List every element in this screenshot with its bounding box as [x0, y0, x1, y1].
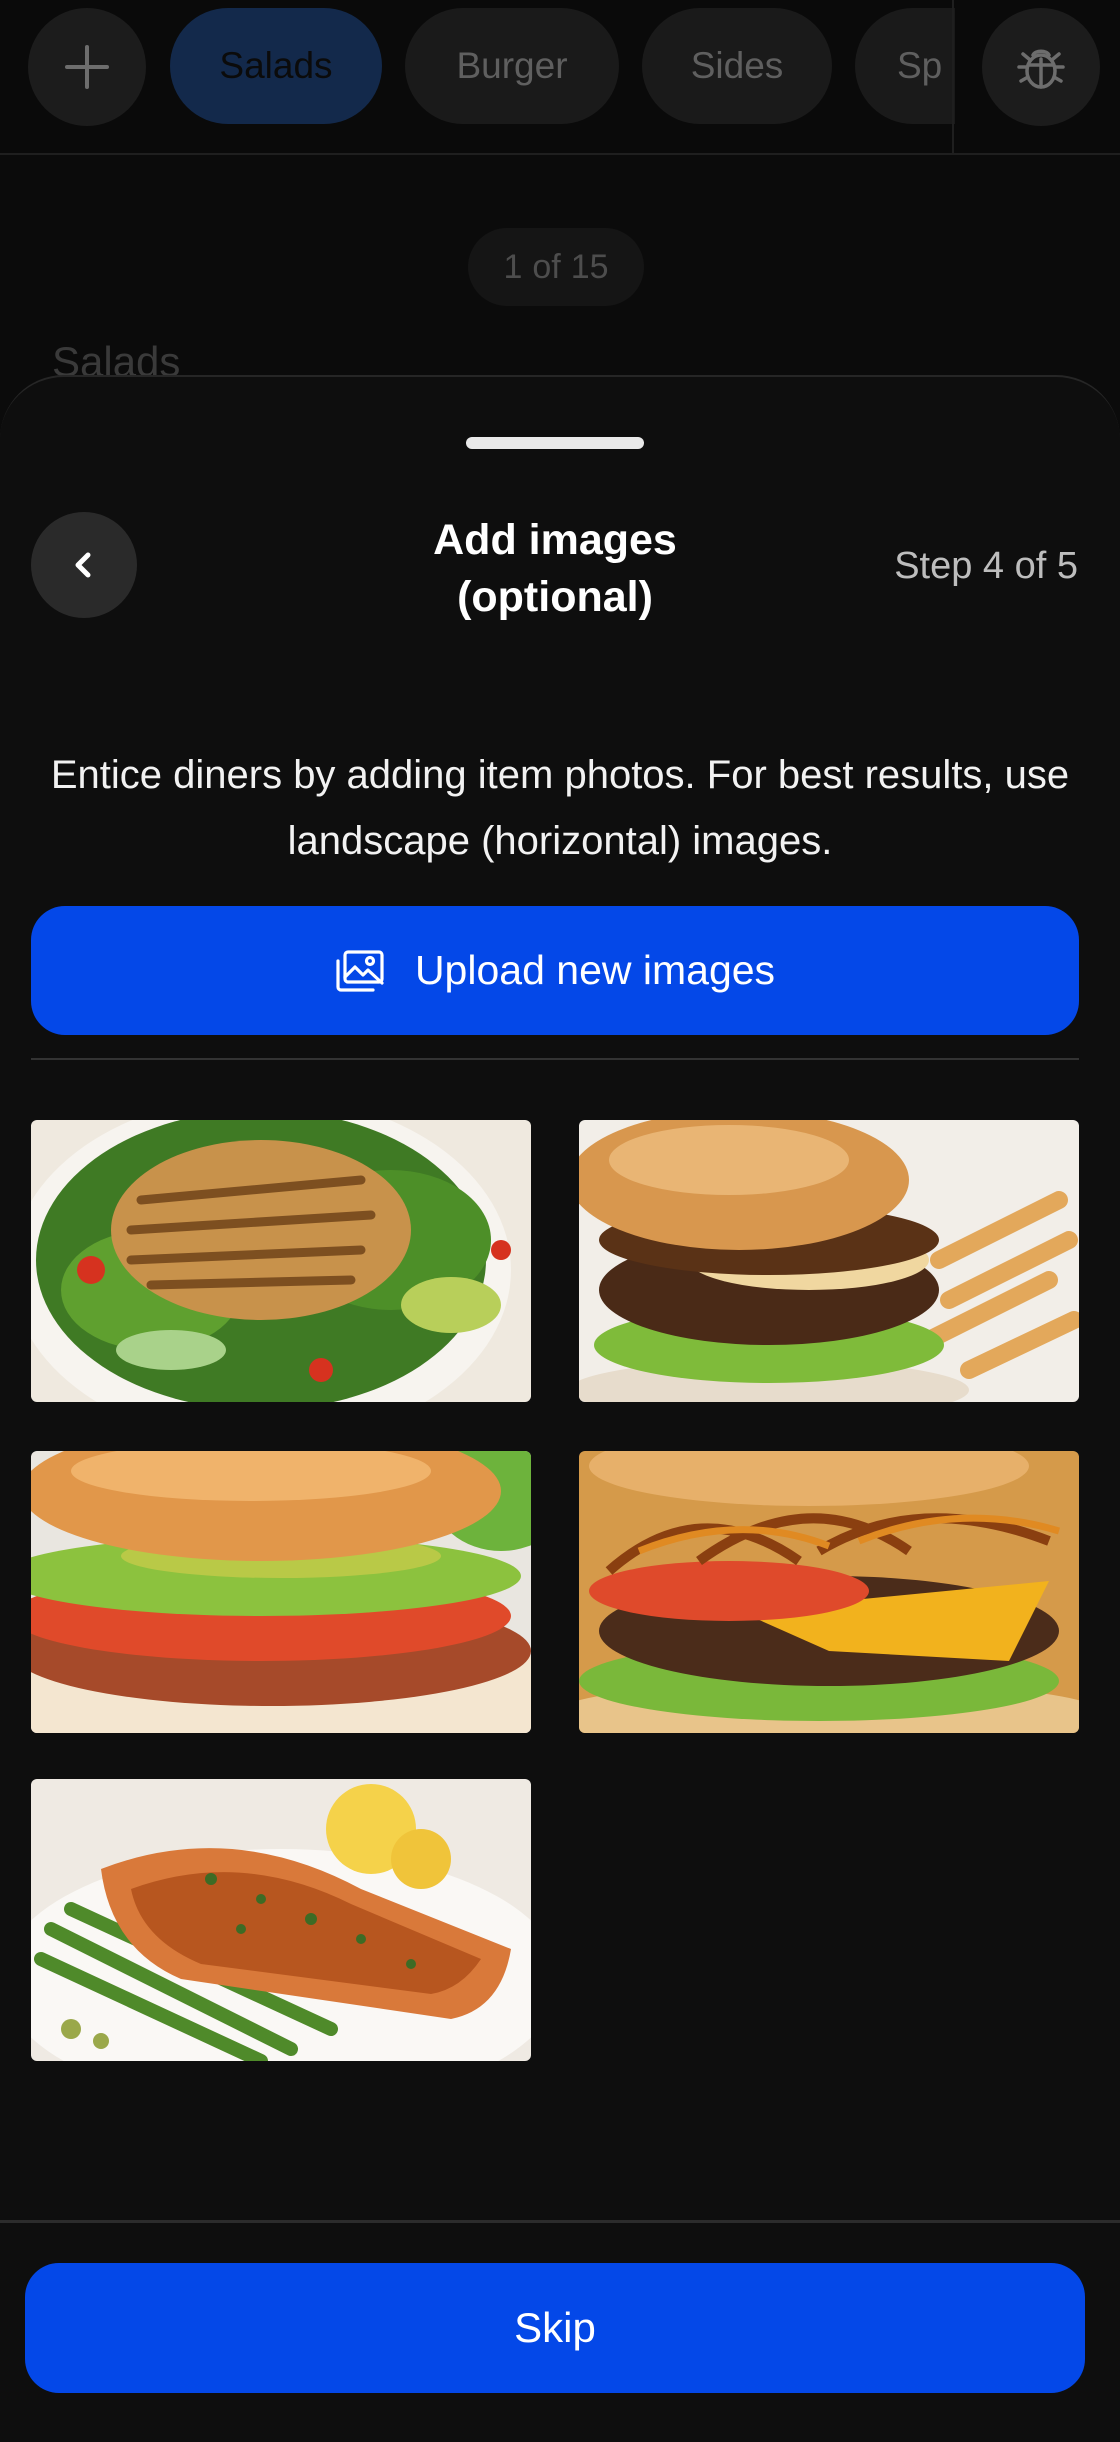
plus-icon: [65, 45, 109, 89]
sheet-description: Entice diners by adding item photos. For…: [50, 753, 1070, 863]
grilled-chicken-salad-image: [31, 1120, 531, 1402]
step-indicator: Step 4 of 5: [894, 545, 1078, 587]
app-screen: Salads Burger Sides Sp 1 of 15 Salads Ad…: [0, 0, 1120, 2442]
image-gallery-icon: [336, 949, 384, 992]
category-chip-salads[interactable]: Salads: [170, 8, 382, 124]
back-button[interactable]: [31, 512, 137, 618]
chicken-sandwich-image: [31, 1451, 531, 1733]
sheet-divider: [31, 1058, 1079, 1060]
sheet-title: Add images (optional): [433, 516, 677, 621]
onion-cheeseburger-image: [579, 1451, 1079, 1733]
skip-button[interactable]: Skip: [25, 2263, 1085, 2393]
sheet-grabber[interactable]: [466, 437, 644, 449]
chevron-left-icon: [75, 552, 91, 578]
pager-current: 1: [503, 247, 523, 286]
category-bar: Salads Burger Sides Sp: [0, 0, 1120, 155]
image-thumbnail-grilled-chicken-salad[interactable]: [31, 1120, 531, 1402]
image-thumbnail-onion-cheeseburger[interactable]: [579, 1451, 1079, 1733]
item-pager: 1 of 15: [468, 228, 644, 306]
bug-report-button[interactable]: [982, 8, 1100, 126]
add-category-button[interactable]: [28, 8, 146, 126]
pager-total: 15: [570, 247, 609, 286]
image-thumbnail-chicken-sandwich[interactable]: [31, 1451, 531, 1733]
category-bar-divider: [952, 0, 954, 155]
bug-icon: [1017, 49, 1065, 89]
category-chip-burger[interactable]: Burger: [405, 8, 619, 124]
grilled-salmon-image: [31, 1779, 531, 2061]
image-thumbnail-grilled-salmon[interactable]: [31, 1779, 531, 2061]
upload-images-button[interactable]: Upload new images: [31, 906, 1079, 1035]
image-thumbnail-mushroom-burger[interactable]: [579, 1120, 1079, 1402]
mushroom-burger-image: [579, 1120, 1079, 1402]
add-images-sheet: Add images (optional) Step 4 of 5 Entice…: [0, 375, 1120, 2442]
category-chip-specials[interactable]: Sp: [855, 8, 955, 124]
category-chip-sides[interactable]: Sides: [642, 8, 832, 124]
upload-images-label: Upload new images: [414, 947, 776, 993]
pager-separator: of: [532, 247, 561, 286]
footer-divider: [0, 2220, 1120, 2223]
